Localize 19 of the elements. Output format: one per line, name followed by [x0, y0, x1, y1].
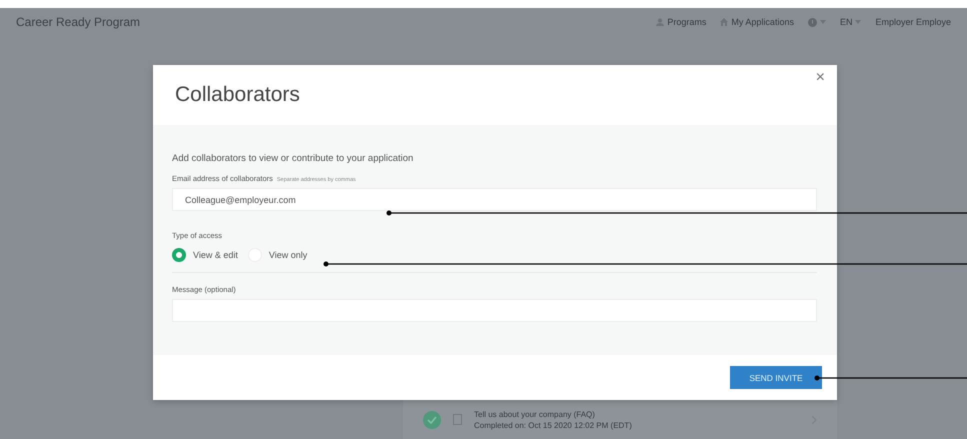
help-icon: [808, 18, 817, 26]
task-title: Tell us about your company (FAQ): [474, 410, 596, 418]
document-icon: [453, 414, 462, 425]
intro-text: Add collaborators to view or contribute to your application: [172, 153, 414, 164]
email-field[interactable]: Colleague@employeur.com: [172, 188, 817, 211]
task-card[interactable]: Tell us about your company (FAQ) Completed on: Oct 15 2020 12:02 PM (EDT): [403, 400, 837, 439]
task-subtitle: Completed on: Oct 15 2020 12:02 PM (EDT): [474, 420, 633, 430]
nav-link[interactable]: My Applications: [720, 17, 794, 27]
nav-link[interactable]: EN: [840, 17, 862, 27]
home-icon: [720, 18, 728, 26]
nav-link[interactable]: Programs: [656, 17, 706, 27]
person-icon: [656, 18, 664, 26]
access-radio[interactable]: View & edit: [172, 248, 238, 262]
brand-title: Career Ready Program: [16, 15, 142, 29]
send-invite-button[interactable]: SEND INVITE: [730, 366, 822, 389]
nav-link[interactable]: Employer Employe: [875, 17, 951, 27]
nav-link[interactable]: [808, 18, 826, 26]
access-radio[interactable]: View only: [248, 248, 308, 262]
dialog-title: Collaborators: [175, 83, 300, 107]
